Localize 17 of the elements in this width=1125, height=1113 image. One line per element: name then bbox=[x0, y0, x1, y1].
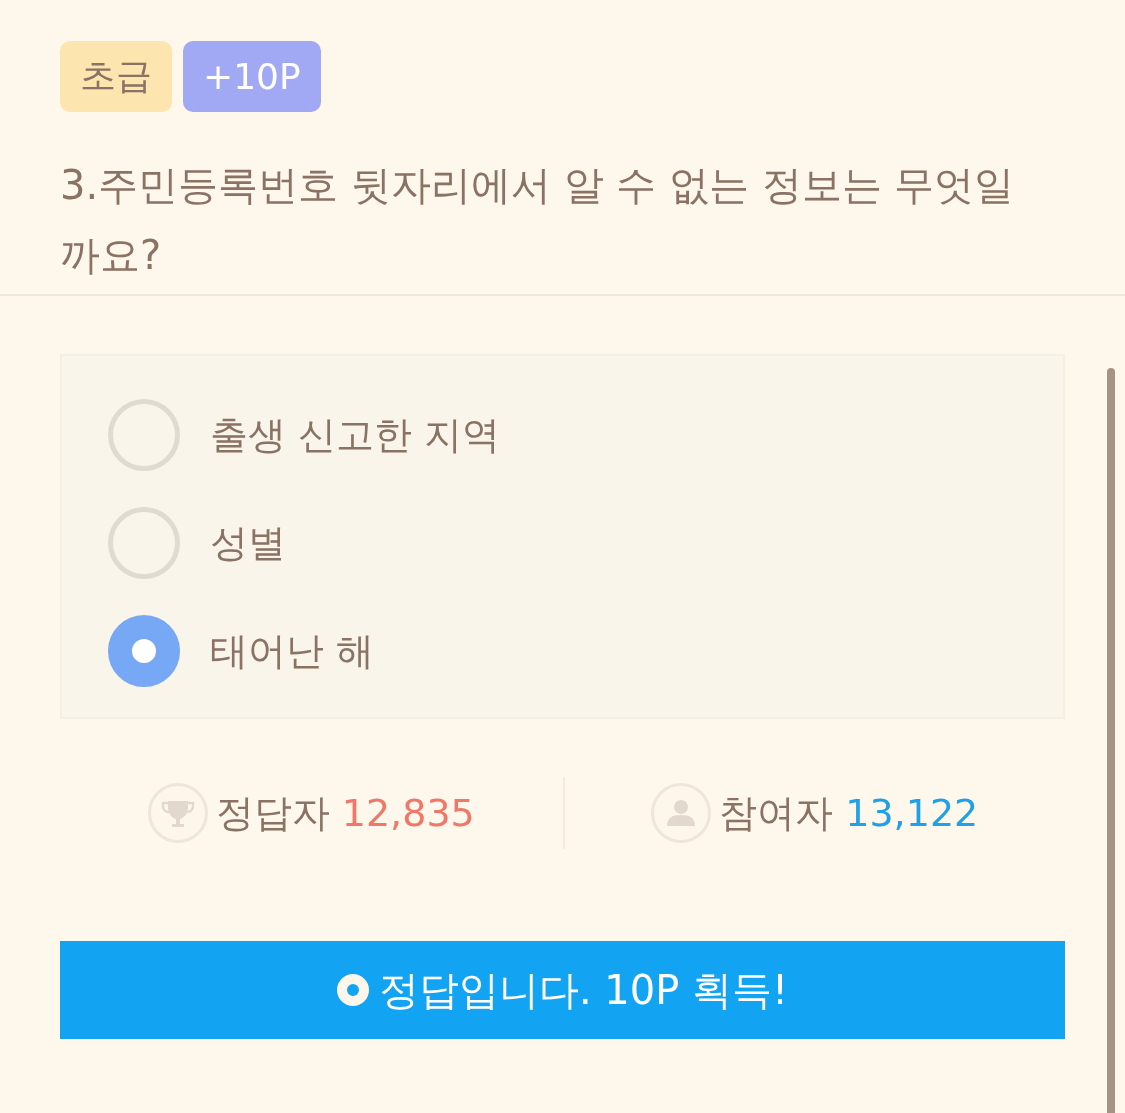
stat-count: 13,122 bbox=[845, 791, 979, 835]
answer-option[interactable]: 태어난 해 bbox=[108, 615, 375, 687]
level-badge: 초급 bbox=[60, 41, 172, 112]
ring-icon bbox=[336, 974, 369, 1006]
scrollbar-thumb[interactable] bbox=[1107, 368, 1115, 1113]
answer-option[interactable]: 출생 신고한 지역 bbox=[108, 399, 501, 471]
answer-option[interactable]: 성별 bbox=[108, 507, 286, 579]
radio-button[interactable] bbox=[108, 507, 180, 579]
stat-label: 정답자 bbox=[215, 789, 330, 837]
result-message: 정답입니다. 10P 획득! bbox=[378, 965, 789, 1015]
trophy-icon bbox=[147, 783, 208, 843]
person-icon bbox=[651, 783, 712, 843]
points-badge: +10P bbox=[183, 41, 321, 112]
stat-label: 참여자 bbox=[719, 789, 834, 837]
stat-count: 12,835 bbox=[341, 791, 475, 835]
radio-button[interactable] bbox=[108, 399, 180, 471]
question-text: 3.주민등록번호 뒷자리에서 알 수 없는 정보는 무엇일까요? bbox=[60, 161, 1016, 280]
